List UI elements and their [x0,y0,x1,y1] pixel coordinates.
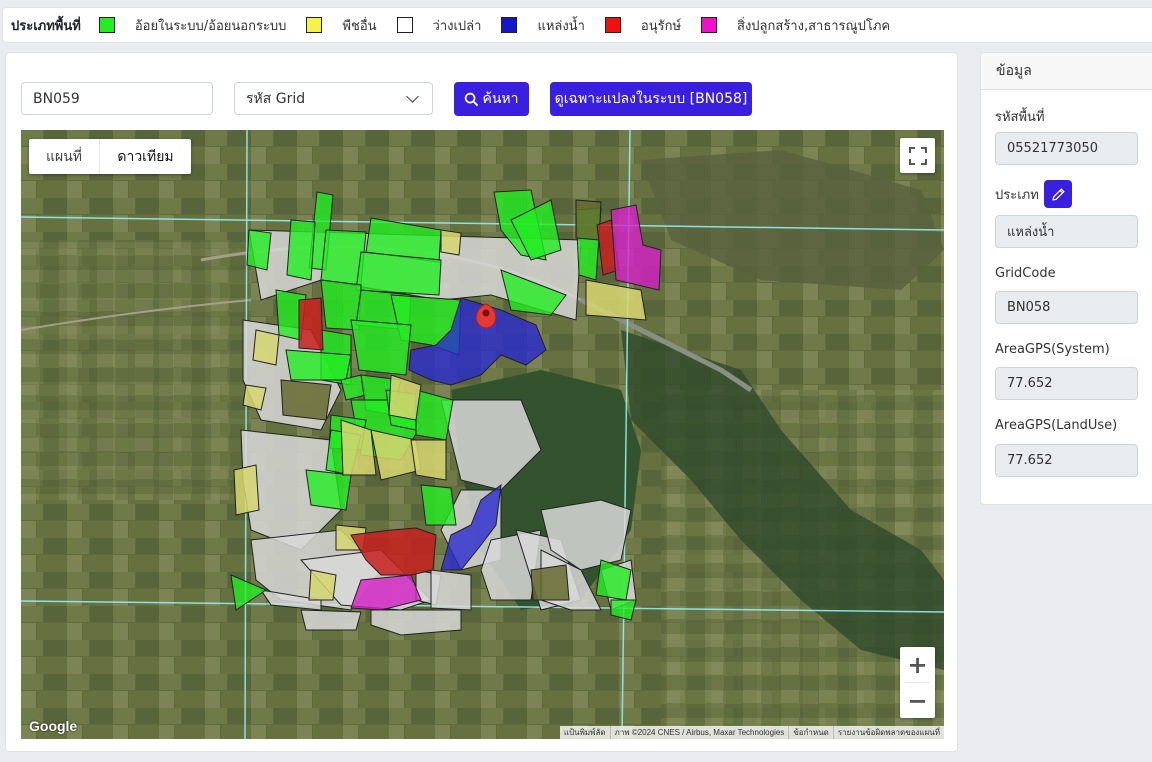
legend-swatch-conservation [604,17,621,33]
legend-label-other-crop: พืชอื่น [342,18,377,34]
chevron-down-icon [406,89,419,103]
legend-label-vacant: ว่างเปล่า [432,18,482,34]
legend-item-conservation: อนุรักษ์ [604,15,682,36]
area-code-label: รหัสพื้นที่ [995,110,1045,125]
legend-swatch-vacant [396,17,413,33]
area-gps-system-label: AreaGPS(System) [995,342,1110,357]
google-logo: Google [29,718,78,734]
legend-swatch-sugarcane [98,17,115,33]
map-canvas[interactable] [21,130,944,739]
zoom-control: + − [900,647,935,718]
gridcode-label: GridCode [995,266,1056,281]
type-label: ประเภท [995,188,1039,203]
land-type-legend: ประเภทพื้นที่ อ้อยในระบบ/อ้อยนอกระบบ พืช… [2,7,1152,43]
legend-label-conservation: อนุรักษ์ [640,18,682,34]
legend-swatch-other-crop [306,17,323,33]
area-gps-landuse-value: 77.652 [995,444,1138,477]
search-icon [465,92,479,106]
legend-swatch-building [701,17,718,33]
zoom-in-button[interactable]: + [900,647,935,682]
plot-code-input[interactable] [21,82,213,115]
map-fields-left [21,240,251,500]
legend-item-building: สิ่งปลูกสร้าง,สาธารณูปโภค [701,15,890,36]
legend-item-water: แหล่งน้ำ [501,15,585,36]
terms-link[interactable]: ข้อกำหนด [788,726,833,739]
map-card: รหัส Grid ค้นหา ดูเฉพาะแปลงในระบบ [BN058… [5,52,958,752]
legend-item-other-crop: พืชอื่น [306,15,377,36]
search-button[interactable]: ค้นหา [454,82,529,116]
info-header: ข้อมูล [981,53,1152,90]
legend-label-building: สิ่งปลูกสร้าง,สาธารณูปโภค [737,18,891,34]
area-gps-landuse-label: AreaGPS(LandUse) [995,418,1118,433]
imagery-credit: ภาพ ©2024 CNES / Airbus, Maxar Technolog… [609,726,789,739]
keyboard-shortcuts-link[interactable]: แป้นพิมพ์ลัด [560,726,610,739]
area-gps-system-value: 77.652 [995,367,1138,400]
fullscreen-button[interactable] [900,138,935,173]
map-type-map[interactable]: แผนที่ [29,139,100,174]
info-panel: ข้อมูล รหัสพื้นที่ 05521773050 ประเภท แห… [980,52,1152,505]
satellite-map[interactable]: แผนที่ ดาวเทียม + − Google แป้นพิมพ์ลัด … [21,130,944,739]
grid-code-select[interactable]: รหัส Grid [234,82,433,115]
gridcode-value: BN058 [995,291,1138,324]
edit-type-button[interactable] [1044,180,1072,208]
view-system-plots-button[interactable]: ดูเฉพาะแปลงในระบบ [BN058] [550,82,752,116]
legend-item-vacant: ว่างเปล่า [396,15,482,36]
search-button-label: ค้นหา [482,91,519,107]
report-error-link[interactable]: รายงานข้อผิดพลาดของแผนที่ [832,726,944,739]
legend-label-sugarcane: อ้อยในระบบ/อ้อยนอกระบบ [134,18,287,34]
type-value: แหล่งน้ำ [995,215,1138,248]
grid-select-value: รหัส Grid [246,90,306,107]
view-system-plots-label: ดูเฉพาะแปลงในระบบ [BN058] [554,91,748,107]
map-attribution: แป้นพิมพ์ลัด ภาพ ©2024 CNES / Airbus, Ma… [559,726,944,739]
legend-swatch-water [501,17,518,33]
area-code-value: 05521773050 [995,132,1138,165]
legend-item-sugarcane: อ้อยในระบบ/อ้อยนอกระบบ [98,15,287,36]
pencil-icon [1051,187,1065,201]
fullscreen-icon [908,146,927,165]
zoom-out-button[interactable]: − [900,683,935,718]
map-type-satellite[interactable]: ดาวเทียม [100,139,191,174]
map-type-toggle: แผนที่ ดาวเทียม [29,139,191,174]
legend-label-water: แหล่งน้ำ [537,18,585,34]
legend-title: ประเภทพื้นที่ [11,18,81,34]
